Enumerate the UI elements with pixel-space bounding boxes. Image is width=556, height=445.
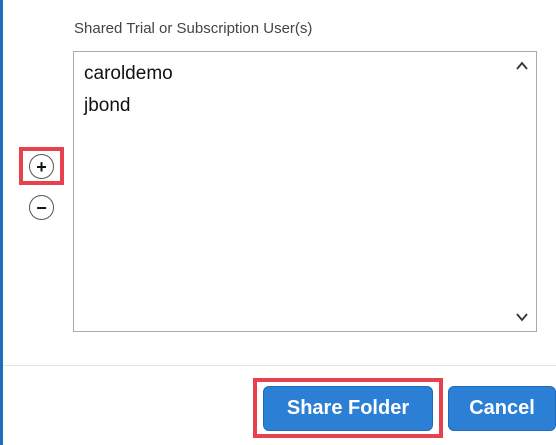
- shared-users-label: Shared Trial or Subscription User(s): [74, 20, 313, 37]
- share-folder-button[interactable]: Share Folder: [263, 386, 433, 431]
- share-folder-dialog: Shared Trial or Subscription User(s) car…: [0, 0, 556, 445]
- chevron-up-icon[interactable]: [514, 58, 530, 74]
- chevron-down-icon[interactable]: [514, 309, 530, 325]
- add-user-button[interactable]: +: [29, 154, 54, 179]
- footer-divider: [3, 365, 556, 366]
- shared-users-listbox[interactable]: caroldemo jbond: [73, 51, 537, 332]
- list-item[interactable]: jbond: [84, 95, 131, 117]
- dialog-left-border: [0, 0, 3, 445]
- cancel-button[interactable]: Cancel: [448, 386, 556, 431]
- list-item[interactable]: caroldemo: [84, 63, 173, 85]
- remove-user-button[interactable]: −: [29, 195, 54, 220]
